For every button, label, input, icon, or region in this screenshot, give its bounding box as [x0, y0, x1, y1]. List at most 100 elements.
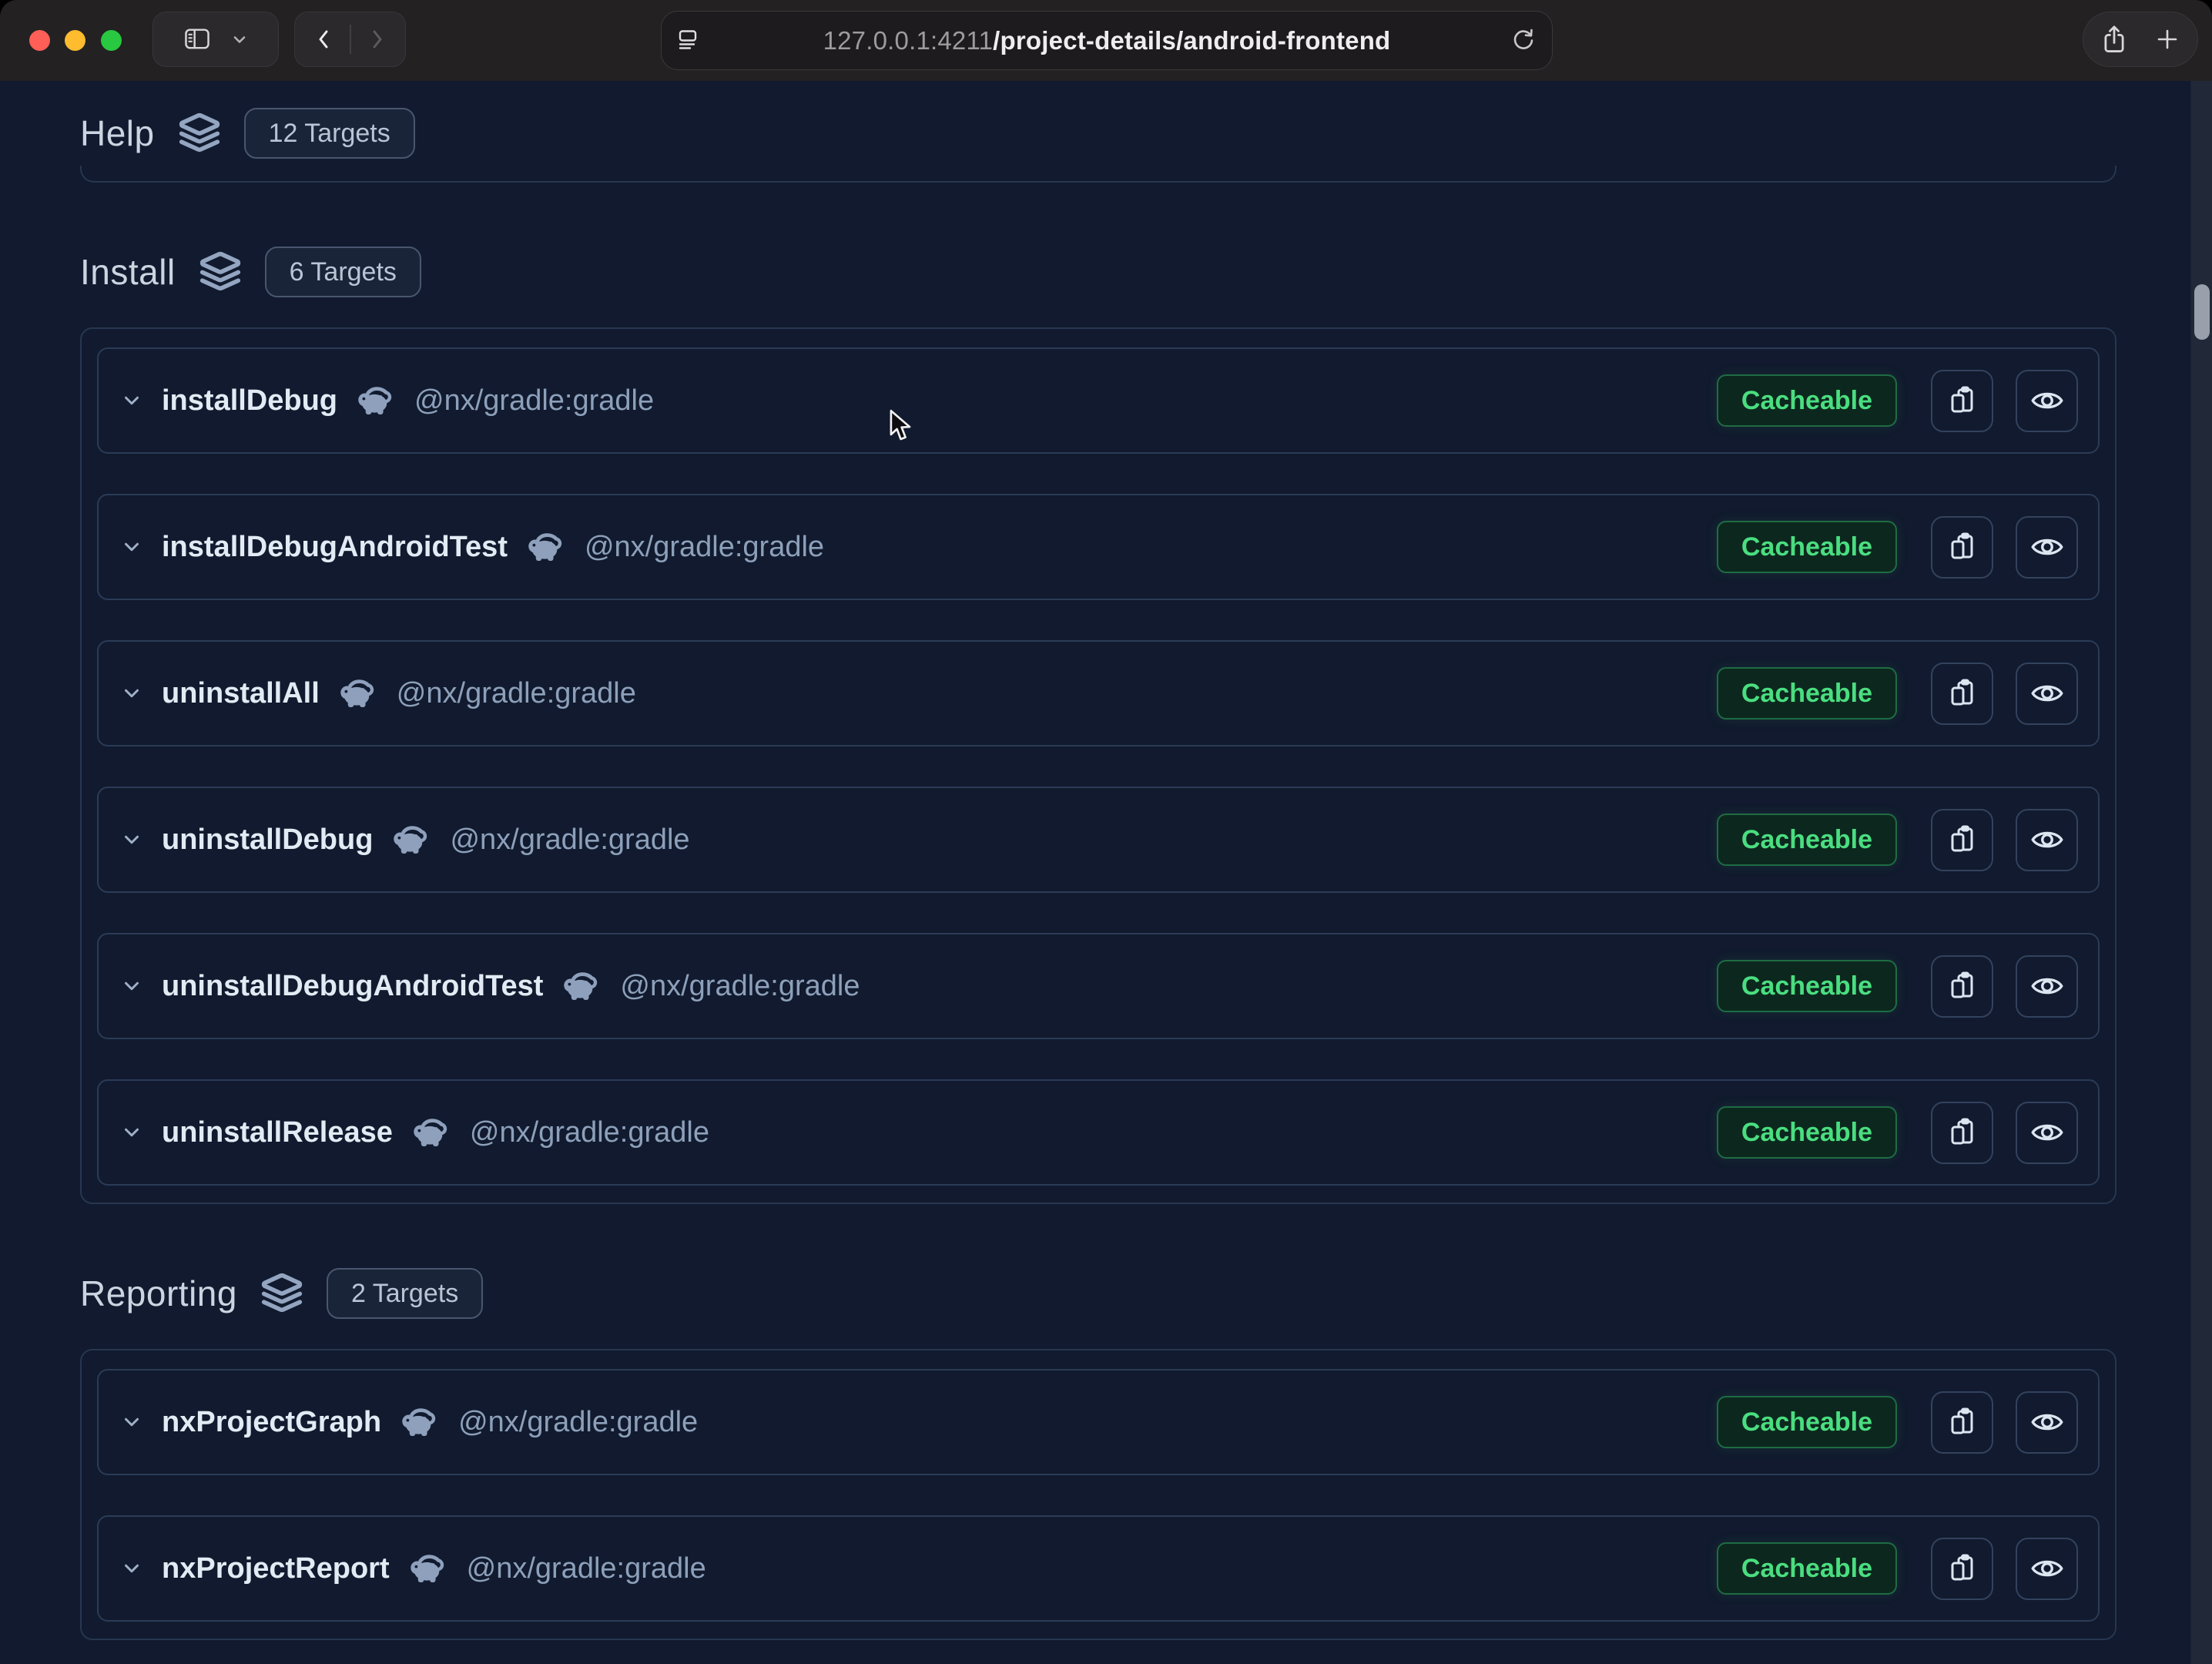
chevron-down-icon[interactable] — [120, 1557, 143, 1580]
view-button[interactable] — [2016, 1102, 2078, 1164]
forward-button[interactable] — [364, 26, 390, 52]
target-name: uninstallDebugAndroidTest — [162, 970, 543, 1003]
close-window-button[interactable] — [29, 30, 50, 51]
chevron-down-icon[interactable] — [120, 828, 143, 851]
layers-icon — [199, 250, 242, 294]
cacheable-badge: Cacheable — [1717, 521, 1897, 573]
chevron-down-icon[interactable] — [120, 535, 143, 559]
url-host: 127.0.0.1:4211 — [823, 26, 994, 55]
target-name: installDebugAndroidTest — [162, 531, 508, 564]
toolbar-right-group — [2083, 12, 2198, 67]
gradle-elephant-icon — [410, 1554, 448, 1583]
view-button[interactable] — [2016, 1538, 2078, 1600]
view-button[interactable] — [2016, 809, 2078, 871]
scrollbar-thumb[interactable] — [2194, 284, 2210, 340]
targets-count-badge: 6 Targets — [265, 247, 421, 297]
gradle-elephant-icon — [357, 386, 396, 415]
chevron-down-icon[interactable] — [120, 975, 143, 998]
view-button[interactable] — [2016, 370, 2078, 432]
cacheable-badge: Cacheable — [1717, 1396, 1897, 1448]
gradle-elephant-icon — [393, 825, 431, 854]
targets-count-badge: 2 Targets — [327, 1268, 483, 1319]
copy-button[interactable] — [1931, 370, 1993, 432]
share-icon[interactable] — [2100, 24, 2128, 55]
minimize-window-button[interactable] — [65, 30, 85, 51]
reload-button[interactable] — [1510, 25, 1537, 55]
layers-icon — [178, 112, 221, 155]
gradle-elephant-icon — [401, 1407, 440, 1437]
chevron-down-icon[interactable] — [120, 1411, 143, 1434]
target-name: nxProjectReport — [162, 1552, 390, 1585]
gradle-elephant-icon — [528, 532, 566, 562]
page-icon[interactable] — [675, 25, 700, 55]
target-plugin: @nx/gradle:gradle — [585, 531, 824, 564]
layers-icon — [260, 1272, 303, 1315]
target-name: uninstallDebug — [162, 824, 373, 857]
target-plugin: @nx/gradle:gradle — [470, 1116, 709, 1149]
sidebar-toggle-button[interactable] — [152, 12, 279, 67]
cacheable-badge: Cacheable — [1717, 960, 1897, 1012]
chevron-down-icon — [230, 30, 249, 49]
target-section: Help 12 Targets — [80, 109, 2116, 183]
target-plugin: @nx/gradle:gradle — [620, 970, 860, 1003]
target-row[interactable]: uninstallDebug @nx/gradle:gradle Cacheab… — [97, 787, 2100, 893]
target-row[interactable]: nxProjectReport @nx/gradle:gradle Cachea… — [97, 1515, 2100, 1622]
target-name: nxProjectGraph — [162, 1406, 381, 1439]
target-plugin: @nx/gradle:gradle — [397, 677, 636, 710]
target-plugin: @nx/gradle:gradle — [414, 384, 654, 418]
browser-toolbar: 127.0.0.1:4211/project-details/android-f… — [0, 0, 2212, 81]
project-details-page: Help 12 Targets Install 6 Targ — [0, 81, 2212, 1664]
copy-button[interactable] — [1931, 955, 1993, 1018]
copy-button[interactable] — [1931, 809, 1993, 871]
target-plugin: @nx/gradle:gradle — [450, 824, 689, 857]
copy-button[interactable] — [1931, 663, 1993, 725]
view-button[interactable] — [2016, 1391, 2078, 1454]
gradle-elephant-icon — [413, 1118, 451, 1147]
cacheable-badge: Cacheable — [1717, 667, 1897, 720]
targets-card: nxProjectGraph @nx/gradle:gradle Cacheab… — [80, 1349, 2116, 1640]
chevron-down-icon[interactable] — [120, 1121, 143, 1144]
chevron-down-icon[interactable] — [120, 389, 143, 412]
target-row[interactable]: installDebugAndroidTest @nx/gradle:gradl… — [97, 494, 2100, 600]
address-bar[interactable]: 127.0.0.1:4211/project-details/android-f… — [661, 11, 1553, 70]
copy-button[interactable] — [1931, 1102, 1993, 1164]
target-section: Install 6 Targets installDebug — [80, 247, 2116, 1204]
section-title: Reporting — [80, 1273, 237, 1314]
back-button[interactable] — [311, 26, 337, 52]
target-section: Reporting 2 Targets nxProjectGraph — [80, 1269, 2116, 1640]
view-button[interactable] — [2016, 663, 2078, 725]
zoom-window-button[interactable] — [101, 30, 122, 51]
target-name: uninstallAll — [162, 677, 320, 710]
view-button[interactable] — [2016, 955, 2078, 1018]
targets-card — [80, 166, 2116, 183]
scrollbar-track[interactable] — [2190, 81, 2212, 1664]
new-tab-icon[interactable] — [2154, 26, 2180, 52]
target-row[interactable]: uninstallDebugAndroidTest @nx/gradle:gra… — [97, 933, 2100, 1039]
nav-buttons — [294, 12, 406, 67]
cacheable-badge: Cacheable — [1717, 1542, 1897, 1595]
gradle-elephant-icon — [563, 971, 602, 1001]
copy-button[interactable] — [1931, 516, 1993, 579]
view-button[interactable] — [2016, 516, 2078, 579]
chevron-down-icon[interactable] — [120, 682, 143, 705]
target-name: installDebug — [162, 384, 337, 418]
browser-window: 127.0.0.1:4211/project-details/android-f… — [0, 0, 2212, 1664]
url-text: 127.0.0.1:4211/project-details/android-f… — [823, 26, 1391, 55]
section-header: Reporting 2 Targets — [80, 1269, 2116, 1318]
copy-button[interactable] — [1931, 1391, 1993, 1454]
section-title: Help — [80, 112, 155, 154]
nav-divider — [350, 25, 351, 54]
target-name: uninstallRelease — [162, 1116, 393, 1149]
target-plugin: @nx/gradle:gradle — [467, 1552, 706, 1585]
copy-button[interactable] — [1931, 1538, 1993, 1600]
target-row[interactable]: uninstallAll @nx/gradle:gradle Cacheable — [97, 640, 2100, 746]
target-plugin: @nx/gradle:gradle — [458, 1406, 698, 1439]
target-row[interactable]: installDebug @nx/gradle:gradle Cacheable — [97, 347, 2100, 454]
cacheable-badge: Cacheable — [1717, 814, 1897, 866]
cacheable-badge: Cacheable — [1717, 374, 1897, 427]
target-row[interactable]: uninstallRelease @nx/gradle:gradle Cache… — [97, 1079, 2100, 1186]
targets-card: installDebug @nx/gradle:gradle Cacheable — [80, 327, 2116, 1204]
target-row[interactable]: nxProjectGraph @nx/gradle:gradle Cacheab… — [97, 1369, 2100, 1475]
gradle-elephant-icon — [340, 679, 378, 708]
cacheable-badge: Cacheable — [1717, 1106, 1897, 1159]
